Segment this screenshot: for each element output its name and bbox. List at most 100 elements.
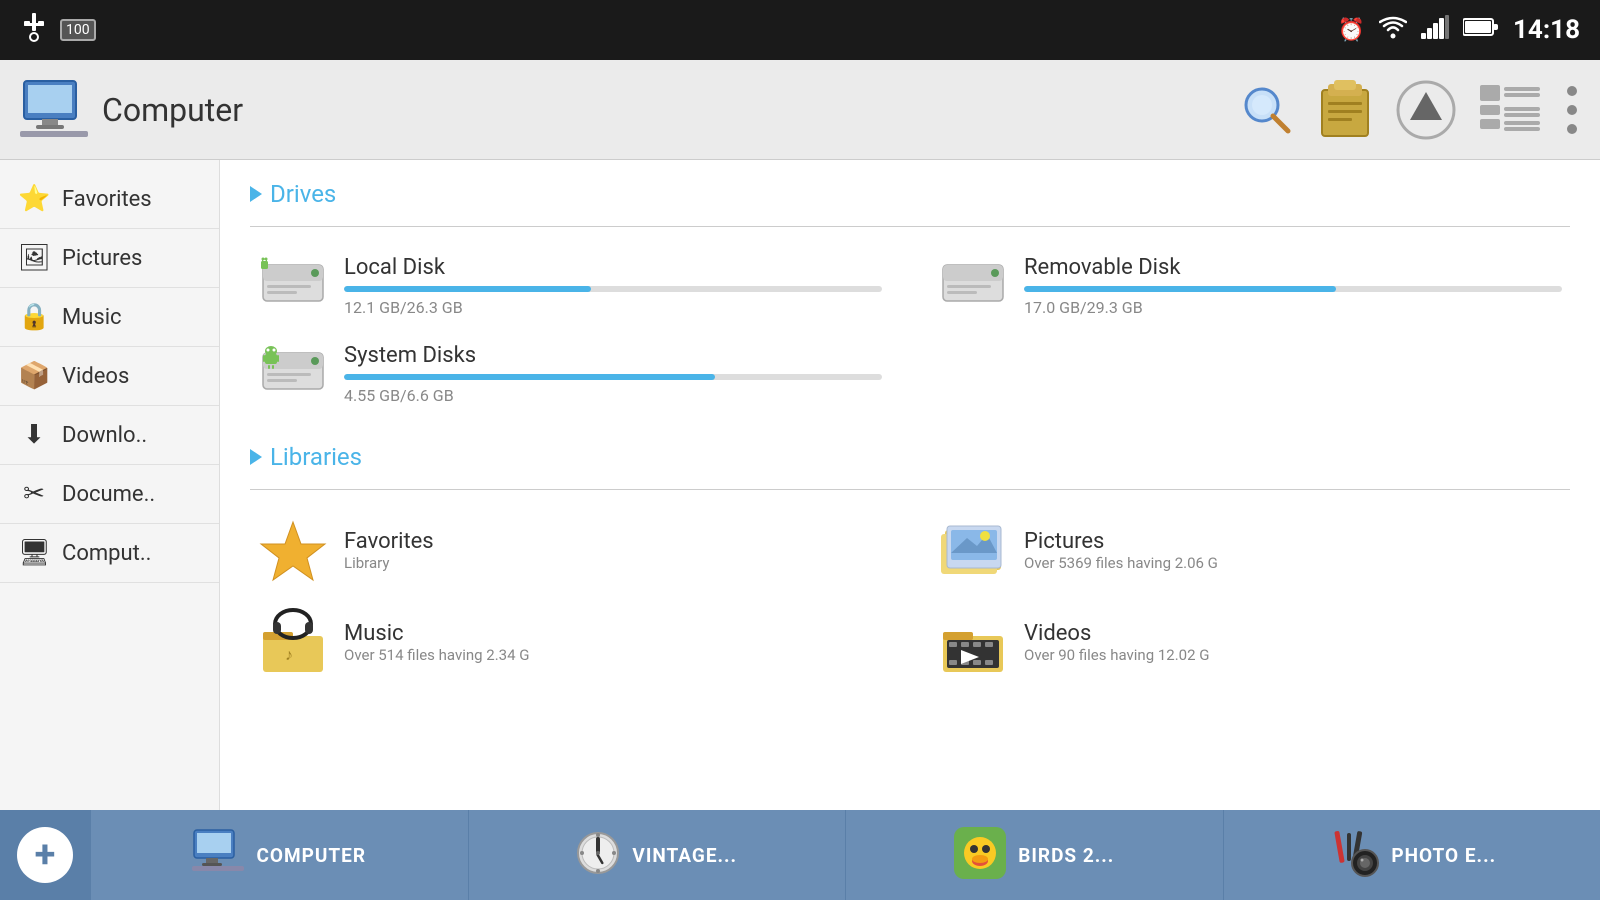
system-disk-size: 4.55 GB/6.6 GB [344,386,882,405]
taskbar-item-vintage[interactable]: VINTAGE... [468,810,846,900]
header-title: Computer [102,91,243,129]
drive-item-removable[interactable]: Removable Disk 17.0 GB/29.3 GB [930,247,1570,325]
local-disk-name: Local Disk [344,255,882,280]
music-library-name: Music [344,621,882,646]
videos-icon: 📦 [18,361,50,391]
taskbar-add-button[interactable]: + [0,810,90,900]
documents-icon: ✂ [18,479,50,509]
drives-divider [250,226,1570,227]
navigate-up-button[interactable] [1396,80,1456,140]
system-disk-fill [344,374,715,380]
system-disk-info: System Disks 4.55 GB/6.6 GB [344,343,882,405]
sidebar: ⭐ Favorites 🖼 Pictures 🔒 Music 📦 Videos … [0,160,220,810]
removable-disk-icon [938,255,1008,307]
drives-header: Drives [250,180,1570,216]
drives-grid: Local Disk 12.1 GB/26.3 GB [250,247,1570,413]
system-disk-name: System Disks [344,343,882,368]
favorites-library-info: Favorites Library [344,529,882,572]
system-disk-icon [258,343,328,395]
wifi-icon [1379,15,1407,45]
library-item-videos[interactable]: Videos Over 90 files having 12.02 G [930,600,1570,684]
sidebar-item-pictures[interactable]: 🖼 Pictures [0,229,219,288]
removable-disk-name: Removable Disk [1024,255,1562,280]
removable-disk-progress [1024,286,1562,292]
taskbar-photoe-icon [1327,827,1379,883]
drive-item-local[interactable]: Local Disk 12.1 GB/26.3 GB [250,247,890,325]
pictures-library-desc: Over 5369 files having 2.06 G [1024,554,1562,572]
sidebar-item-videos[interactable]: 📦 Videos [0,347,219,406]
library-item-favorites[interactable]: Favorites Library [250,510,890,590]
sidebar-item-label-music: Music [62,305,122,330]
sidebar-item-label-documents: Docume.. [62,482,155,507]
pictures-library-name: Pictures [1024,529,1562,554]
sidebar-item-documents[interactable]: ✂ Docume.. [0,465,219,524]
library-item-music[interactable]: ♪ Music Over 514 files having 2.34 G [250,600,890,684]
more-options-button[interactable] [1564,83,1580,137]
drives-collapse-icon[interactable] [250,186,262,202]
videos-library-name: Videos [1024,621,1562,646]
pictures-library-icon [938,518,1008,582]
search-button[interactable] [1240,83,1294,137]
libraries-section: Libraries Favorites Library [250,443,1570,684]
status-bar: 100 ⏰ [0,0,1600,60]
drive-item-system[interactable]: System Disks 4.55 GB/6.6 GB [250,335,890,413]
music-library-icon: ♪ [258,608,328,676]
usb-icon [20,11,48,49]
drives-section: Drives [250,180,1570,413]
header-title-area: Computer [20,79,1240,141]
sidebar-item-label-computer: Comput.. [62,541,151,566]
sidebar-item-music[interactable]: 🔒 Music [0,288,219,347]
local-disk-fill [344,286,591,292]
videos-library-desc: Over 90 files having 12.02 G [1024,646,1562,664]
taskbar-vintage-label: VINTAGE... [632,844,737,867]
system-disk-progress [344,374,882,380]
status-right: ⏰ [1338,15,1580,45]
pictures-library-info: Pictures Over 5369 files having 2.06 G [1024,529,1562,572]
library-item-pictures[interactable]: Pictures Over 5369 files having 2.06 G [930,510,1570,590]
taskbar-item-birds[interactable]: BIRDS 2... [845,810,1223,900]
status-left: 100 [20,11,96,49]
header: Computer [0,60,1600,160]
sidebar-item-downloads[interactable]: ⬇ Downlo.. [0,406,219,465]
videos-library-info: Videos Over 90 files having 12.02 G [1024,621,1562,664]
status-time: 14:18 [1513,15,1580,45]
taskbar-birds-icon [954,827,1006,883]
taskbar-computer-label: COMPUTER [256,844,366,867]
libraries-label: Libraries [270,443,362,471]
taskbar-item-photoe[interactable]: PHOTO E... [1223,810,1600,900]
clipboard-button[interactable] [1318,80,1372,140]
svg-text:♪: ♪ [285,645,293,664]
libraries-grid: Favorites Library [250,510,1570,684]
content-area: Drives [220,160,1600,810]
taskbar-item-computer[interactable]: COMPUTER [90,810,468,900]
libraries-collapse-icon[interactable] [250,449,262,465]
taskbar-photoe-label: PHOTO E... [1391,844,1496,867]
view-toggle-button[interactable] [1480,83,1540,137]
computer-sidebar-icon: 🖥 [18,538,50,568]
battery-percent-badge: 100 [60,19,96,41]
libraries-header: Libraries [250,443,1570,479]
removable-disk-info: Removable Disk 17.0 GB/29.3 GB [1024,255,1562,317]
favorites-library-name: Favorites [344,529,882,554]
sidebar-item-computer[interactable]: 🖥 Comput.. [0,524,219,583]
music-library-desc: Over 514 files having 2.34 G [344,646,882,664]
favorites-library-desc: Library [344,554,882,572]
taskbar-computer-icon [192,828,244,882]
music-icon: 🔒 [18,302,50,332]
sidebar-item-label-pictures: Pictures [62,246,142,271]
taskbar: + COMPUTER [0,810,1600,900]
header-actions [1240,80,1580,140]
sidebar-item-favorites[interactable]: ⭐ Favorites [0,170,219,229]
sidebar-item-label-favorites: Favorites [62,187,152,212]
videos-library-icon [938,608,1008,676]
signal-icon [1421,15,1449,45]
drives-label: Drives [270,180,336,208]
sidebar-item-label-downloads: Downlo.. [62,423,147,448]
removable-disk-fill [1024,286,1336,292]
libraries-divider [250,489,1570,490]
local-disk-info: Local Disk 12.1 GB/26.3 GB [344,255,882,317]
sidebar-item-label-videos: Videos [62,364,129,389]
taskbar-birds-label: BIRDS 2... [1018,844,1114,867]
computer-icon [20,79,88,141]
favorites-library-icon [258,518,328,582]
